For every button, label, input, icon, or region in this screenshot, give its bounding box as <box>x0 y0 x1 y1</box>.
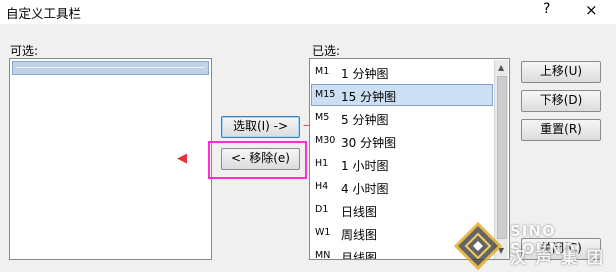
item-code: MN <box>315 250 331 259</box>
item-code: M1 <box>315 66 330 77</box>
scrollbar-thumb[interactable] <box>497 76 507 239</box>
diamond-logo-icon <box>454 222 502 270</box>
item-code: M5 <box>315 112 330 123</box>
item-name: 日线图 <box>341 205 378 219</box>
sino-sound-watermark: SINO SOUND 汉 声 集 团 <box>452 220 616 272</box>
item-name: 4 小时图 <box>341 182 389 196</box>
item-code: M30 <box>315 135 336 146</box>
item-code: H4 <box>315 181 329 192</box>
move-down-button[interactable]: 下移(D) <box>521 90 601 112</box>
red-arrow-left-icon: ◀ <box>177 151 187 166</box>
add-button[interactable]: 选取(I) -> <box>221 116 300 138</box>
reset-button[interactable]: 重置(R) <box>521 119 601 141</box>
help-icon[interactable]: ? <box>543 1 550 17</box>
scroll-up-icon[interactable]: ▲ <box>498 63 504 72</box>
watermark-text-cn: 汉 声 集 团 <box>510 248 605 267</box>
list-item[interactable]: M5 5 分钟图 <box>311 107 493 129</box>
move-up-button[interactable]: 上移(U) <box>521 61 601 83</box>
selected-label: 已选: <box>312 44 341 58</box>
highlight-box <box>208 141 307 179</box>
item-code: W1 <box>315 227 331 238</box>
item-name: 15 分钟图 <box>341 90 397 104</box>
available-selected-row[interactable] <box>12 61 209 75</box>
list-item[interactable]: H1 1 小时图 <box>311 153 493 175</box>
item-code: D1 <box>315 204 329 215</box>
list-item[interactable]: D1 日线图 <box>311 199 493 221</box>
title-bar <box>0 0 616 24</box>
list-item-selected[interactable]: M15 15 分钟图 <box>311 84 493 106</box>
row-separator <box>16 67 205 68</box>
item-name: 30 分钟图 <box>341 136 397 150</box>
item-name: 月线图 <box>341 251 378 259</box>
item-code: H1 <box>315 158 329 169</box>
item-name: 1 分钟图 <box>341 67 389 81</box>
close-icon[interactable]: × <box>585 1 598 19</box>
item-name: 周线图 <box>341 228 378 242</box>
available-label: 可选: <box>10 44 39 58</box>
item-code: M15 <box>315 89 336 100</box>
item-name: 1 小时图 <box>341 159 389 173</box>
list-item[interactable]: H4 4 小时图 <box>311 176 493 198</box>
list-item[interactable]: M30 30 分钟图 <box>311 130 493 152</box>
item-name: 5 分钟图 <box>341 113 389 127</box>
list-item[interactable]: M1 1 分钟图 <box>311 61 493 83</box>
window-title: 自定义工具栏 <box>6 6 82 21</box>
